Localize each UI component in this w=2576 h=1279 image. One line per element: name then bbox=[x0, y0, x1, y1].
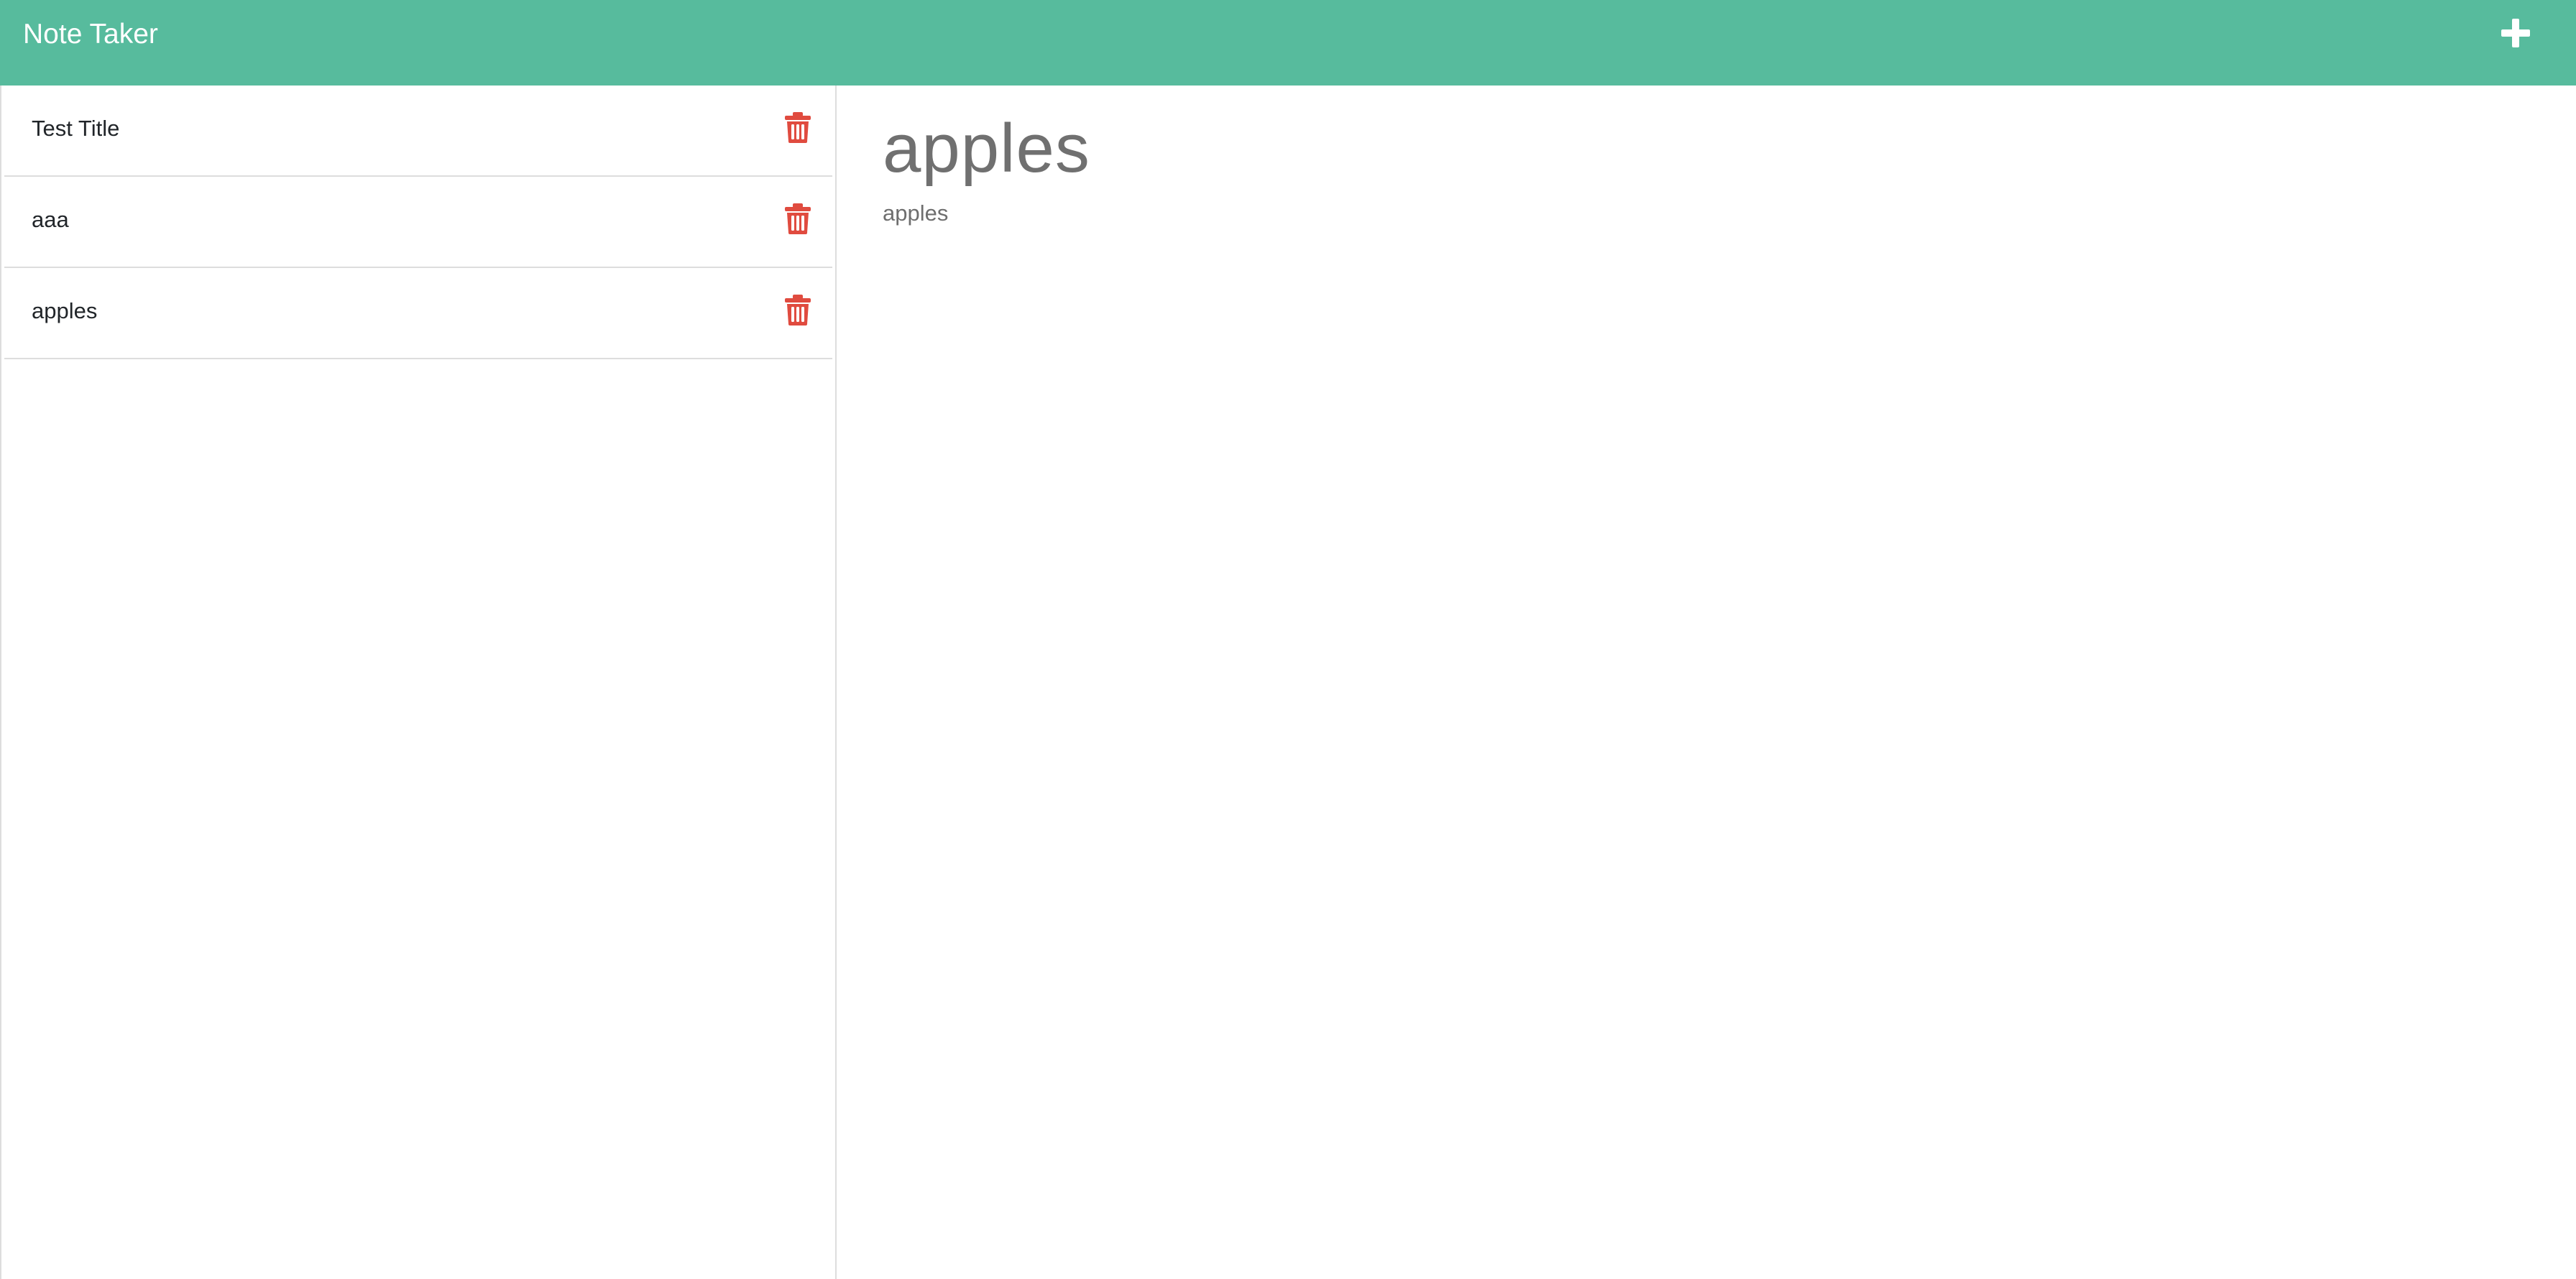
note-list-title[interactable]: apples bbox=[32, 297, 97, 325]
delete-note-button[interactable] bbox=[783, 294, 812, 325]
navbar: Note Taker bbox=[0, 0, 2576, 86]
app-title[interactable]: Note Taker bbox=[23, 17, 158, 52]
note-title-field[interactable]: apples bbox=[883, 106, 1090, 192]
trash-icon bbox=[783, 203, 812, 234]
note-list-title[interactable]: aaa bbox=[32, 206, 69, 234]
note-list-panel: Test Title aaa apples bbox=[0, 86, 837, 1279]
list-item[interactable]: Test Title bbox=[4, 86, 832, 177]
new-note-button[interactable] bbox=[2498, 16, 2533, 50]
list-item[interactable]: apples bbox=[4, 268, 832, 359]
note-list: Test Title aaa apples bbox=[1, 86, 835, 359]
trash-icon bbox=[783, 111, 812, 143]
note-list-title[interactable]: Test Title bbox=[32, 114, 119, 143]
list-item[interactable]: aaa bbox=[4, 177, 832, 268]
note-body-field[interactable]: apples bbox=[883, 199, 948, 228]
delete-note-button[interactable] bbox=[783, 111, 812, 143]
plus-icon bbox=[2498, 16, 2533, 50]
note-editor: apples apples bbox=[837, 86, 2576, 1279]
trash-icon bbox=[783, 294, 812, 325]
delete-note-button[interactable] bbox=[783, 203, 812, 234]
